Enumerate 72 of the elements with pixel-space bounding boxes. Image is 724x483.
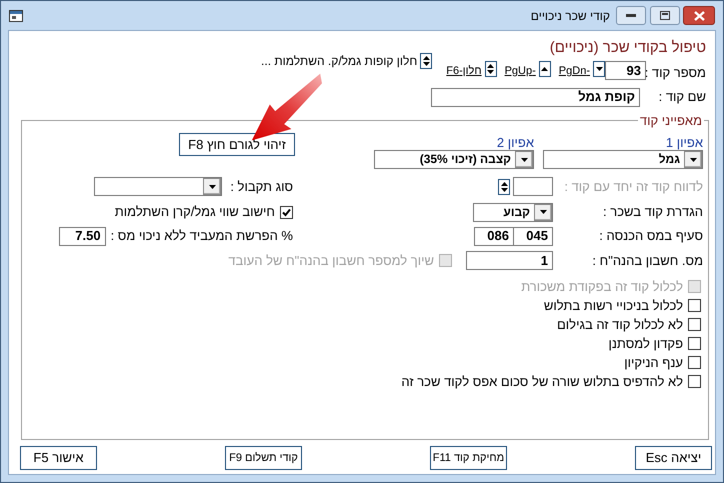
dialog-button[interactable]: קודי תשלום F9 — [225, 446, 302, 470]
dropdown-button[interactable] — [203, 178, 222, 195]
checkbox-label: פקדון למסתנן — [608, 334, 683, 353]
caret-icon — [540, 210, 546, 214]
dialog-button[interactable]: מחיקת קוד F11 — [430, 446, 507, 470]
check-icon — [282, 208, 291, 216]
tax-clause-field[interactable]: 045 — [513, 226, 553, 246]
checkbox-label: לכלול קוד זה בפקודת משכורת — [521, 278, 683, 296]
code-name-field[interactable]: קופת גמל — [431, 88, 640, 106]
code-number-field[interactable]: 93 — [605, 61, 646, 80]
field-label: מס. חשבון בהנה"ח : — [591, 252, 703, 270]
minimize-icon — [626, 14, 636, 17]
up-down-arrows-icon — [422, 54, 431, 68]
checkbox[interactable] — [280, 206, 293, 218]
checkbox-label: חישוב שווי גמל/קרן השתלמות — [114, 203, 275, 222]
salary-definition-dropdown[interactable]: קבוע — [473, 202, 553, 222]
caret-icon — [690, 158, 696, 162]
percent-field[interactable]: 7.50 — [58, 226, 106, 246]
column-label: אפיון 2 — [496, 135, 534, 150]
dropdown-button[interactable] — [534, 204, 552, 220]
checkbox[interactable] — [688, 337, 701, 350]
maximize-icon — [660, 11, 670, 20]
nav-link[interactable]: -PgDn — [558, 63, 590, 80]
triangle-icon — [596, 67, 602, 71]
field-label: סעיף במס הכנסה : — [598, 227, 703, 246]
nav-link[interactable]: חלון-F6 — [446, 63, 482, 80]
dialog-button[interactable]: יציאה Esc — [635, 446, 712, 470]
type-dropdown[interactable]: גמל — [543, 150, 703, 169]
nav-link[interactable]: -PgUp — [504, 63, 536, 80]
app-icon — [9, 10, 23, 22]
tax-clause-field[interactable]: 086 — [474, 226, 514, 246]
code-field[interactable] — [513, 177, 553, 196]
dialog-button[interactable]: אישור F5 — [20, 446, 97, 470]
checkbox[interactable] — [688, 356, 701, 369]
type-dropdown[interactable]: קצבה (זיכוי 35%) — [374, 150, 534, 169]
spin-button[interactable] — [420, 53, 432, 69]
minimize-button[interactable] — [616, 6, 646, 25]
checkbox[interactable] — [688, 318, 701, 331]
dropdown-button[interactable] — [515, 151, 533, 168]
funds-window-link[interactable]: חלון קופות גמל/ק. השתלמות ... — [261, 52, 418, 70]
checkbox-label: שיוך למספר חשבון בהנה"ח של העובד — [228, 252, 434, 270]
external-id-button[interactable]: זיהוי לגורם חוץ F8 — [179, 133, 295, 156]
close-button[interactable] — [683, 6, 715, 25]
spin-button[interactable] — [538, 61, 551, 77]
checkbox-label: לכלול בניכויי רשות בתלוש — [544, 296, 683, 315]
checkbox-label: לא להדפיס בתלוש שורה של סכום אפס לקוד שכר זה — [401, 372, 683, 391]
window-title: קודי שכר ניכויים — [530, 8, 610, 24]
caret-icon — [520, 158, 528, 162]
spin-button[interactable] — [484, 61, 497, 77]
field-label: הגדרת קוד בשכר : — [602, 203, 703, 222]
field-label: לדווח קוד זה יחד עם קוד : — [563, 178, 703, 196]
checkbox-label: ענף הניקיון — [624, 354, 683, 372]
caret-icon — [208, 184, 216, 188]
receipt-type-dropdown[interactable] — [94, 177, 222, 196]
triangle-icon — [541, 67, 548, 71]
close-icon — [694, 10, 704, 20]
field-label: % הפרשת המעביד ללא ניכוי מס : — [110, 227, 293, 246]
maximize-button[interactable] — [650, 6, 680, 25]
checkbox[interactable] — [688, 299, 701, 312]
field-label: סוג תקבול : — [230, 178, 293, 196]
up-down-arrows-icon — [486, 62, 496, 76]
checkbox[interactable] — [688, 375, 701, 388]
checkbox-label: לא לכלול קוד זה בגילום — [556, 316, 683, 334]
spin-button[interactable] — [498, 178, 510, 194]
spin-button[interactable] — [593, 61, 605, 77]
up-down-arrows-icon — [500, 180, 508, 194]
column-label: אפיון 1 — [666, 135, 703, 150]
form-heading: טיפול בקודי שכר (ניכויים) — [550, 38, 706, 58]
account-number-field[interactable]: 1 — [466, 251, 553, 270]
dropdown-button[interactable] — [684, 151, 702, 168]
field-label: שם קוד : — [658, 88, 706, 106]
field-label: מספר קוד : — [648, 64, 706, 82]
